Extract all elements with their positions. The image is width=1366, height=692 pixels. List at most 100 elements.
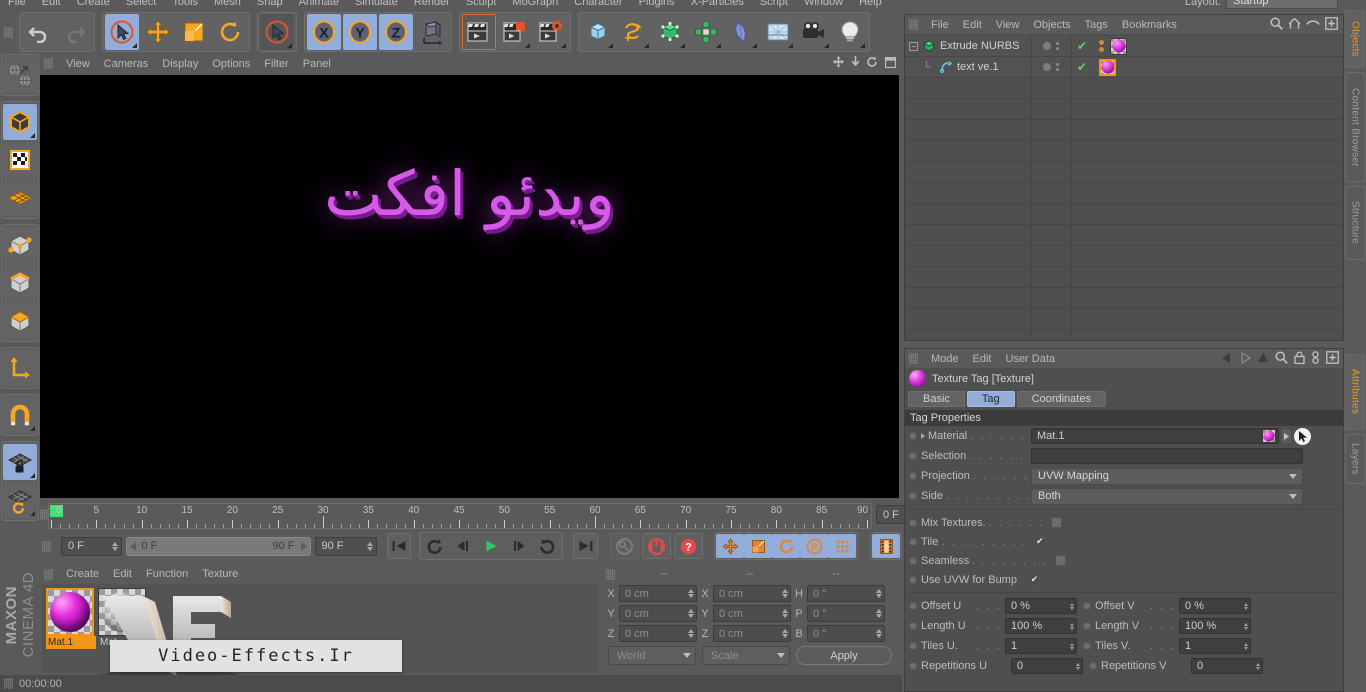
check-icon[interactable]: ✔ xyxy=(1077,40,1087,52)
add-spline-button[interactable] xyxy=(617,14,651,50)
object-row-empty[interactable] xyxy=(905,309,1343,330)
repetitions-v-field[interactable]: 0 xyxy=(1191,658,1263,674)
object-row-empty[interactable] xyxy=(905,288,1343,309)
workplane-rotate-button[interactable] xyxy=(3,482,37,518)
menu-item-tools[interactable]: Tools xyxy=(164,0,206,8)
add-array-button[interactable] xyxy=(689,14,723,50)
home-icon[interactable] xyxy=(1288,17,1301,30)
attribute-tabs[interactable]: Basic Tag Coordinates xyxy=(905,389,1343,409)
material-field[interactable]: Mat.1 xyxy=(1031,428,1279,444)
coord-position-field[interactable]: 0 cm xyxy=(619,605,697,622)
object-icon-group[interactable] xyxy=(1270,17,1338,30)
pick-material-button[interactable] xyxy=(1294,427,1311,445)
object-menubar[interactable]: File Edit View Objects Tags Bookmarks xyxy=(905,15,1343,34)
coord-spinner[interactable] xyxy=(782,589,788,598)
record-key-button[interactable] xyxy=(610,533,639,559)
material-gripper[interactable] xyxy=(44,568,53,580)
chevron-down-icon[interactable] xyxy=(777,653,785,658)
object-tags-cell[interactable] xyxy=(1093,58,1343,76)
attribute-icon-group[interactable] xyxy=(1221,351,1339,364)
animation-track-dot[interactable] xyxy=(909,537,917,546)
end-frame-spinner[interactable] xyxy=(366,541,373,551)
visibility-dot-icon[interactable] xyxy=(1043,63,1051,71)
object-menu-file[interactable]: File xyxy=(924,16,956,34)
field-spinner[interactable] xyxy=(1244,602,1248,610)
menu-item-mesh[interactable]: Mesh xyxy=(206,0,249,8)
object-row-empty[interactable] xyxy=(905,162,1343,183)
animation-track-dot[interactable] xyxy=(1083,602,1091,610)
animation-track-dot[interactable] xyxy=(909,452,917,460)
visibility-dot-icon[interactable] xyxy=(1043,42,1051,50)
coord-system-select[interactable]: World xyxy=(608,646,696,665)
coord-size-field[interactable]: 0 cm xyxy=(713,625,791,642)
axis-mode-button[interactable] xyxy=(3,350,37,386)
play-button[interactable] xyxy=(477,534,505,558)
object-row[interactable]: └ text ve.1 ✔ xyxy=(905,57,1343,78)
apply-button[interactable]: Apply xyxy=(796,646,892,665)
menu-item-file[interactable]: File xyxy=(0,0,34,8)
lock-z-button[interactable]: Z xyxy=(379,14,413,50)
attribute-menu-user-data[interactable]: User Data xyxy=(999,350,1063,368)
selection-field[interactable] xyxy=(1031,448,1303,464)
menu-item-edit[interactable]: Edit xyxy=(34,0,69,8)
vertical-tab-strip[interactable]: Objects Content Browser Structure Attribute… xyxy=(1344,10,1366,692)
vertical-tab-objects[interactable]: Objects xyxy=(1345,10,1365,68)
repetitions-u-field[interactable]: 0 xyxy=(1011,658,1083,674)
tiles-v-field[interactable]: 1 xyxy=(1179,638,1251,654)
lock-y-button[interactable]: Y xyxy=(343,14,377,50)
timeline-filmstrip-button[interactable] xyxy=(872,534,900,558)
lock-icon[interactable] xyxy=(1294,351,1305,364)
menu-item-window[interactable]: Window xyxy=(796,0,851,8)
attribute-menu-mode[interactable]: Mode xyxy=(924,350,966,368)
menu-item-plugins[interactable]: Plugins xyxy=(631,0,683,8)
object-tags-cell[interactable] xyxy=(1093,37,1343,55)
lock-x-button[interactable]: X xyxy=(307,14,341,50)
menu-item-script[interactable]: Script xyxy=(752,0,796,8)
viewport-menu-filter[interactable]: Filter xyxy=(257,55,295,73)
coord-rotation-field[interactable]: 0 ° xyxy=(807,625,885,642)
object-row-empty[interactable] xyxy=(905,78,1343,99)
viewport-menu-options[interactable]: Options xyxy=(205,55,257,73)
field-spinner[interactable] xyxy=(1244,642,1248,650)
go-to-end-button[interactable] xyxy=(573,533,598,559)
material-preview[interactable] xyxy=(46,588,94,636)
mix-textures-checkbox[interactable] xyxy=(1051,517,1063,528)
timeline-ruler[interactable]: 0 5 10 15 20 25 30 35 40 45 50 55 60 65 70 75 80 85 90 xyxy=(48,503,872,529)
material-menu-texture[interactable]: Texture xyxy=(195,565,245,583)
texture-mode-button[interactable] xyxy=(3,142,37,178)
layout-value[interactable]: Startup xyxy=(1226,0,1338,9)
object-row-empty[interactable] xyxy=(905,246,1343,267)
end-frame-input[interactable]: 90 F xyxy=(314,536,377,556)
coord-mode-select[interactable]: Scale xyxy=(702,646,790,665)
menu-item-snap[interactable]: Snap xyxy=(249,0,291,8)
expand-toggle[interactable]: − xyxy=(909,41,918,51)
tab-basic[interactable]: Basic xyxy=(908,391,965,407)
search-icon[interactable] xyxy=(1270,17,1283,30)
plus-box-icon[interactable] xyxy=(1326,351,1339,364)
undo-button[interactable] xyxy=(22,14,56,50)
range-left-arrow-icon[interactable] xyxy=(129,541,138,551)
scale-button[interactable] xyxy=(177,14,211,50)
step-back-button[interactable] xyxy=(449,534,477,558)
points-mode-button[interactable] xyxy=(3,227,37,263)
object-row-empty[interactable] xyxy=(905,267,1343,288)
texture-tag-icon[interactable] xyxy=(1110,37,1127,55)
coord-spinner[interactable] xyxy=(876,589,882,598)
attribute-menu-edit[interactable]: Edit xyxy=(966,350,999,368)
search-icon[interactable] xyxy=(1275,351,1288,364)
edges-mode-button[interactable] xyxy=(3,265,37,301)
animation-track-dot[interactable] xyxy=(909,662,917,670)
menu-item-simulate[interactable]: Simulate xyxy=(347,0,406,8)
add-deformer-button[interactable] xyxy=(725,14,759,50)
left-toolbar[interactable] xyxy=(0,54,40,559)
offset-u-field[interactable]: 0 % xyxy=(1005,598,1077,614)
link-icon[interactable] xyxy=(1311,351,1320,364)
main-toolbar[interactable]: X Y Z xyxy=(0,10,900,54)
coord-spinner[interactable] xyxy=(782,629,788,638)
previous-key-button[interactable] xyxy=(421,534,449,558)
material-dropdown-button[interactable] xyxy=(1281,428,1292,444)
vertical-tab-structure[interactable]: Structure xyxy=(1345,186,1365,260)
menu-item-sculpt[interactable]: Sculpt xyxy=(458,0,505,8)
polygons-mode-button[interactable] xyxy=(3,303,37,339)
viewport-icon-group[interactable] xyxy=(833,56,896,68)
